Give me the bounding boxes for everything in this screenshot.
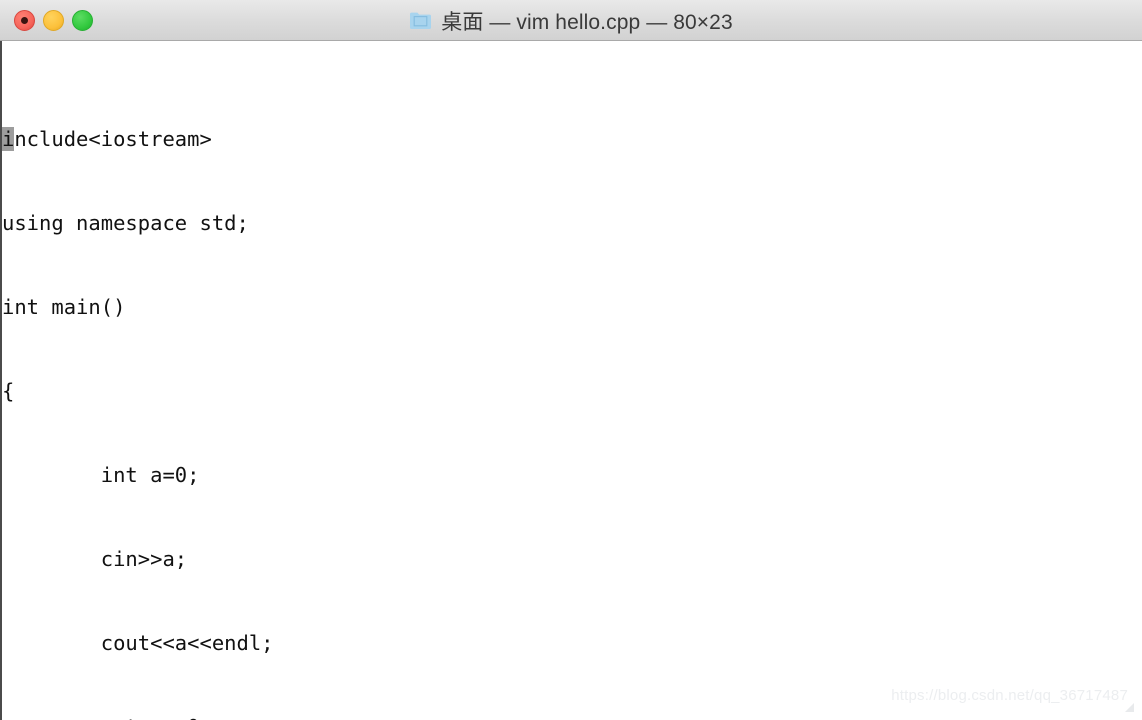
minimize-button[interactable] (43, 10, 64, 31)
code-line: include<iostream> (2, 125, 274, 153)
close-button[interactable] (14, 10, 35, 31)
zoom-button[interactable] (72, 10, 93, 31)
folder-icon (409, 11, 432, 30)
watermark-text: https://blog.csdn.net/qq_36717487 (891, 687, 1128, 704)
code-line: return 0; (2, 713, 274, 720)
window-title: 桌面 — vim hello.cpp — 80×23 (441, 10, 733, 34)
window-controls (14, 0, 93, 41)
code-line: int a=0; (2, 463, 200, 487)
code-line-text: nclude<iostream> (14, 127, 212, 151)
window-titlebar[interactable]: 桌面 — vim hello.cpp — 80×23 (0, 0, 1142, 41)
vim-buffer: include<iostream> using namespace std; i… (2, 41, 274, 720)
code-line: cin>>a; (2, 547, 188, 571)
watermark-corner-icon (1125, 703, 1134, 712)
code-line: cout<<a<<endl; (2, 631, 274, 655)
code-line: using namespace std; (2, 211, 249, 235)
terminal-window: 桌面 — vim hello.cpp — 80×23 include<iostr… (0, 0, 1142, 720)
window-title-group: 桌面 — vim hello.cpp — 80×23 (0, 0, 1142, 41)
terminal-screen[interactable]: include<iostream> using namespace std; i… (0, 41, 1142, 720)
code-line: int main() (2, 295, 126, 319)
vim-cursor: i (2, 127, 15, 151)
code-line: { (2, 379, 15, 403)
